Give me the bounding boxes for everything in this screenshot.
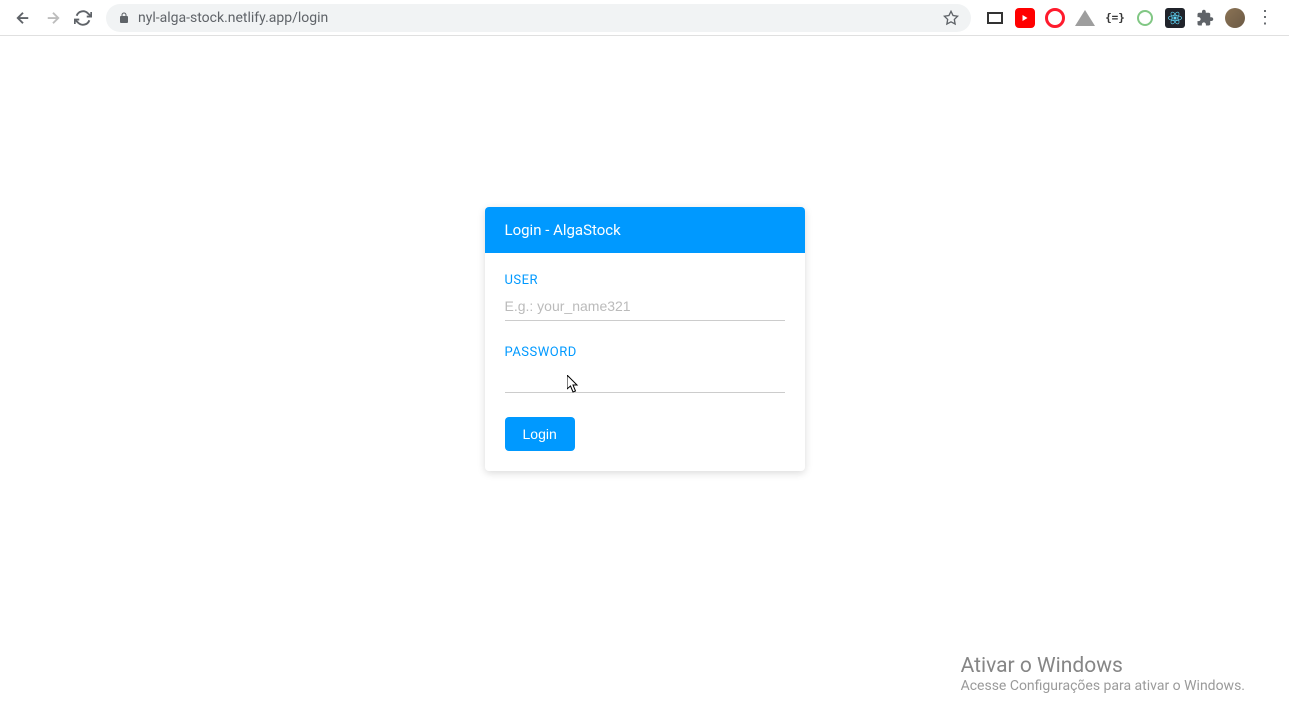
extension-react-icon[interactable] bbox=[1165, 8, 1185, 28]
watermark-title: Ativar o Windows bbox=[961, 654, 1245, 678]
extension-opera-icon[interactable] bbox=[1045, 8, 1065, 28]
url-text: nyl-alga-stock.netlify.app/login bbox=[138, 10, 935, 26]
login-card-body: USER PASSWORD Login bbox=[485, 253, 805, 471]
browser-chrome: nyl-alga-stock.netlify.app/login {=} bbox=[0, 0, 1289, 36]
forward-button[interactable] bbox=[44, 9, 62, 27]
login-button[interactable]: Login bbox=[505, 417, 575, 451]
extension-drive-icon[interactable] bbox=[1075, 8, 1095, 28]
watermark-subtitle: Acesse Configurações para ativar o Windo… bbox=[961, 678, 1245, 694]
reload-button[interactable] bbox=[74, 9, 92, 27]
windows-watermark: Ativar o Windows Acesse Configurações pa… bbox=[961, 654, 1245, 694]
nav-buttons bbox=[8, 9, 98, 27]
password-input[interactable] bbox=[505, 364, 785, 393]
extension-frame-icon[interactable] bbox=[985, 8, 1005, 28]
extension-code-icon[interactable]: {=} bbox=[1105, 8, 1125, 28]
back-button[interactable] bbox=[14, 9, 32, 27]
browser-menu-icon[interactable]: ⋮ bbox=[1255, 8, 1275, 28]
extensions-area: {=} ⋮ bbox=[979, 8, 1281, 28]
extension-circle-icon[interactable] bbox=[1135, 8, 1155, 28]
address-bar[interactable]: nyl-alga-stock.netlify.app/login bbox=[106, 4, 971, 32]
page-content: Login - AlgaStock USER PASSWORD Login At… bbox=[0, 36, 1289, 702]
user-input[interactable] bbox=[505, 292, 785, 321]
login-card: Login - AlgaStock USER PASSWORD Login bbox=[485, 207, 805, 471]
password-form-group: PASSWORD bbox=[505, 345, 785, 393]
lock-icon bbox=[118, 12, 130, 24]
login-card-header: Login - AlgaStock bbox=[485, 207, 805, 253]
profile-avatar-icon[interactable] bbox=[1225, 8, 1245, 28]
extensions-puzzle-icon[interactable] bbox=[1195, 8, 1215, 28]
password-label: PASSWORD bbox=[505, 345, 785, 360]
user-label: USER bbox=[505, 273, 785, 288]
bookmark-star-icon[interactable] bbox=[943, 10, 959, 26]
extension-youtube-icon[interactable] bbox=[1015, 8, 1035, 28]
user-form-group: USER bbox=[505, 273, 785, 321]
